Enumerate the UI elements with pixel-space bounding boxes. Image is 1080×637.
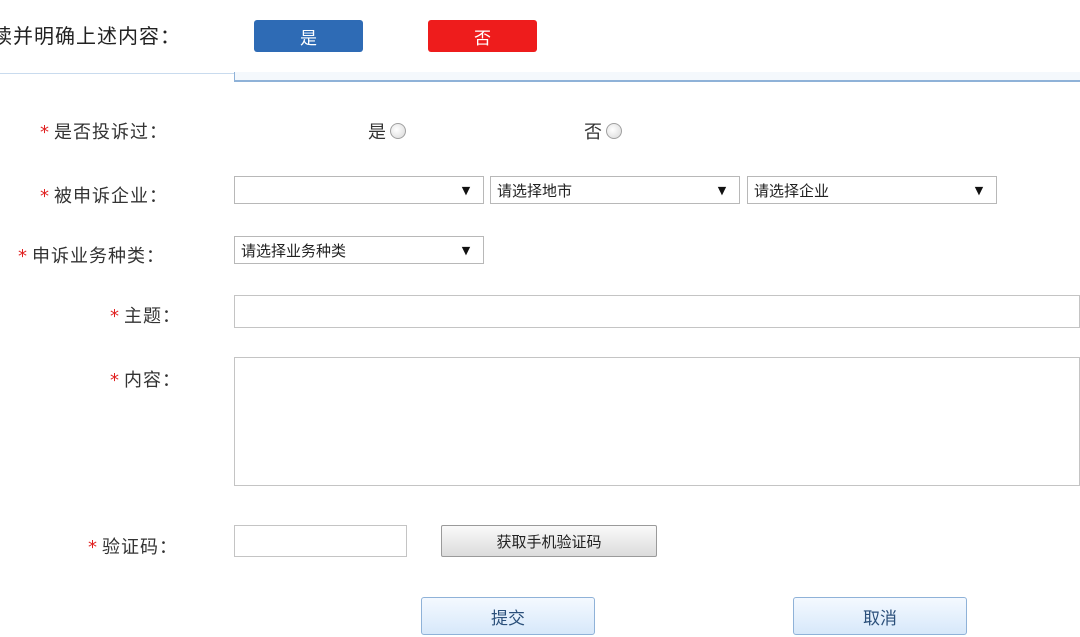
confirm-yes-button[interactable]: 是 xyxy=(254,20,363,52)
required-mark: * xyxy=(88,537,98,558)
business-type-select-value: 请选择业务种类 xyxy=(241,241,347,260)
panel-top-edge xyxy=(234,72,1080,82)
subject-label: * 主题： xyxy=(110,306,181,327)
get-sms-code-button[interactable]: 获取手机验证码 xyxy=(441,525,657,557)
cancel-button[interactable]: 取消 xyxy=(793,597,967,635)
required-mark: * xyxy=(110,370,120,391)
radio-option-yes[interactable]: 是 xyxy=(368,118,406,144)
province-select[interactable]: ▼ xyxy=(234,176,484,204)
captcha-label: * 验证码： xyxy=(88,537,178,558)
content-textarea[interactable] xyxy=(234,357,1080,486)
enterprise-label: * 被申诉企业： xyxy=(40,186,168,207)
enterprise-select-value: 请选择企业 xyxy=(754,181,830,200)
radio-yes-label: 是 xyxy=(368,122,386,143)
submit-button[interactable]: 提交 xyxy=(421,597,595,635)
required-mark: * xyxy=(18,246,28,267)
radio-option-no[interactable]: 否 xyxy=(584,118,622,144)
radio-no-button[interactable] xyxy=(606,123,622,139)
radio-no-label: 否 xyxy=(584,122,602,143)
city-select[interactable]: 请选择地市 ▼ xyxy=(490,176,740,204)
city-select-value: 请选择地市 xyxy=(497,181,573,200)
business-type-label: * 申诉业务种类： xyxy=(18,246,165,267)
captcha-input[interactable] xyxy=(234,525,407,557)
chevron-down-icon: ▼ xyxy=(461,243,471,257)
required-mark: * xyxy=(110,306,120,327)
confirm-prompt: 读并明确上述内容： xyxy=(0,24,181,48)
business-type-select[interactable]: 请选择业务种类 ▼ xyxy=(234,236,484,264)
chevron-down-icon: ▼ xyxy=(717,183,727,197)
confirm-no-button[interactable]: 否 xyxy=(428,20,537,52)
complaint-form-page: 读并明确上述内容： 是 否 * 是否投诉过： 是 否 * 被申诉企业： ▼ 请选择地… xyxy=(0,0,1080,637)
subject-input[interactable] xyxy=(234,295,1080,328)
enterprise-select[interactable]: 请选择企业 ▼ xyxy=(747,176,997,204)
required-mark: * xyxy=(40,122,50,143)
content-label: * 内容： xyxy=(110,370,181,391)
chevron-down-icon: ▼ xyxy=(974,183,984,197)
radio-yes-button[interactable] xyxy=(390,123,406,139)
chevron-down-icon: ▼ xyxy=(461,183,471,197)
complained-before-label: * 是否投诉过： xyxy=(40,122,168,143)
required-mark: * xyxy=(40,186,50,207)
